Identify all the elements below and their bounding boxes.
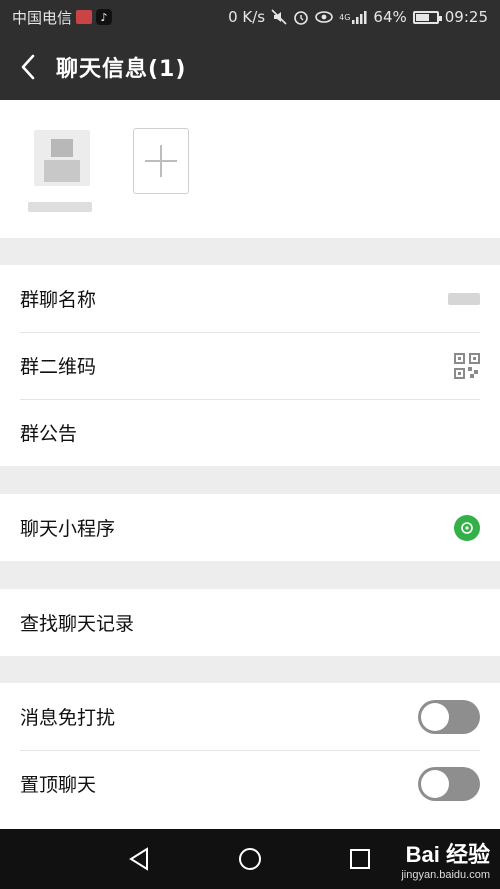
page-title: 聊天信息(1) <box>56 57 187 82</box>
net-speed: 0 K/s <box>228 8 266 26</box>
back-button[interactable] <box>0 34 56 100</box>
eye-icon <box>315 10 333 24</box>
miniprogram-label: 聊天小程序 <box>20 518 116 540</box>
members-panel <box>0 100 500 238</box>
alarm-icon <box>293 9 309 25</box>
nav-back-button[interactable] <box>128 847 150 875</box>
mute-notifications-toggle[interactable] <box>418 699 480 734</box>
group-qrcode-row[interactable]: 群二维码 <box>0 332 500 399</box>
nav-home-button[interactable] <box>238 847 262 875</box>
pin-chat-row: 置顶聊天 <box>0 750 500 817</box>
watermark: Bai 经验 jingyan.baidu.com <box>401 837 490 881</box>
plus-icon <box>145 145 177 177</box>
search-history-label: 查找聊天记录 <box>20 613 135 635</box>
add-member-button[interactable] <box>133 128 189 194</box>
battery-icon <box>412 10 442 24</box>
search-history-row[interactable]: 查找聊天记录 <box>0 589 500 656</box>
mute-notifications-label: 消息免打扰 <box>20 707 116 729</box>
chevron-left-icon <box>21 54 35 80</box>
triangle-back-icon <box>129 847 148 871</box>
group-name-row[interactable]: 群聊名称 <box>0 265 500 332</box>
battery-percent: 64% <box>373 8 407 26</box>
system-nav-bar: Bai 经验 jingyan.baidu.com <box>0 829 500 889</box>
group-notice-label: 群公告 <box>20 423 78 445</box>
nav-recent-button[interactable] <box>350 849 370 873</box>
mute-icon <box>271 9 287 25</box>
avatar <box>34 130 90 186</box>
miniprogram-row[interactable]: 聊天小程序 <box>0 494 500 561</box>
pin-chat-toggle[interactable] <box>418 766 480 801</box>
member-item[interactable] <box>22 122 102 232</box>
settings-section: 消息免打扰 置顶聊天 <box>0 683 500 829</box>
miniprogram-icon <box>454 514 480 541</box>
search-history-section: 查找聊天记录 <box>0 589 500 656</box>
tiktok-icon: ♪ <box>96 9 113 25</box>
group-notice-row[interactable]: 群公告 <box>0 399 500 466</box>
group-qrcode-label: 群二维码 <box>20 356 97 378</box>
pin-chat-label: 置顶聊天 <box>20 774 97 796</box>
watermark-logo: Bai 经验 <box>405 842 490 867</box>
group-info-section: 群聊名称 群二维码 群公告 <box>0 265 500 466</box>
group-name-value-blurred <box>448 292 480 305</box>
qr-code-icon <box>454 352 480 379</box>
group-name-label: 群聊名称 <box>20 289 97 311</box>
carrier-label: 中国电信 <box>12 8 73 27</box>
network-type: 4G <box>339 12 351 22</box>
miniprogram-section: 聊天小程序 <box>0 494 500 561</box>
watermark-url: jingyan.baidu.com <box>401 869 490 881</box>
notification-badge-icon <box>76 10 93 24</box>
status-bar: 中国电信 ♪ 0 K/s 4G 64% 09:25 <box>0 0 500 34</box>
title-bar: 聊天信息(1) <box>0 34 500 100</box>
mute-notifications-row: 消息免打扰 <box>0 683 500 750</box>
square-recent-icon <box>350 849 370 869</box>
signal-icon: 4G <box>339 10 367 24</box>
clock: 09:25 <box>444 8 488 26</box>
member-name-blurred <box>28 202 92 212</box>
circle-home-icon <box>239 848 261 870</box>
